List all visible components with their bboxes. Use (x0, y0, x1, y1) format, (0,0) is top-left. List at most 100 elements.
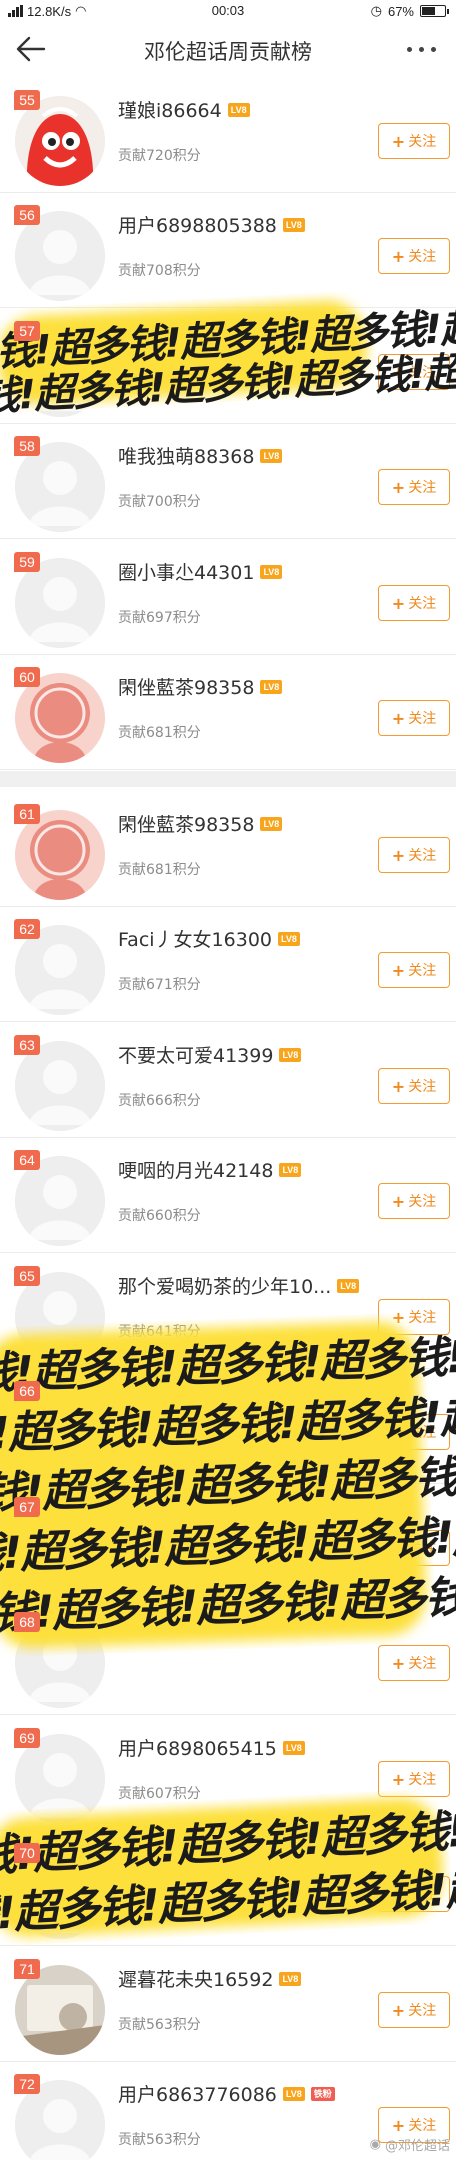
battery-percent: 67% (387, 3, 414, 19)
user-name[interactable]: 不要太可爱41399 (118, 1041, 273, 1068)
rank-badge: 59 (14, 552, 40, 572)
ranking-row[interactable]: 63 不要太可爱41399 LV8 贡献666积分 + 关注 (0, 1023, 456, 1138)
user-name[interactable]: 閑侳藍茶98358 (118, 673, 254, 700)
ranking-row[interactable]: 67 + 关注 (0, 1485, 456, 1600)
follow-button[interactable]: + 关注 (378, 1761, 450, 1797)
follow-label: 关注 (408, 711, 437, 727)
level-badge: LV8 (278, 931, 300, 946)
ranking-row[interactable]: 55 瑾娘i86664 LV8 贡献720积分 + 关注 (0, 78, 456, 193)
follow-button[interactable]: + 关注 (378, 1068, 450, 1104)
user-name[interactable]: Faci丿女女16300 (118, 925, 272, 952)
contribution-score: 贡献666积分 (118, 1093, 201, 1109)
user-name[interactable]: 遲暮花未央16592 (118, 1965, 273, 1992)
follow-button[interactable]: + 关注 (378, 238, 450, 274)
rank-badge: 69 (14, 1728, 40, 1748)
user-name-line: 閑侳藍茶98358 LV8 (118, 673, 283, 700)
rank-badge: 61 (14, 804, 40, 824)
follow-button[interactable]: + 关注 (378, 1414, 450, 1450)
more-dots-icon[interactable] (402, 34, 442, 64)
follow-button[interactable]: + 关注 (378, 700, 450, 736)
user-name-line: 唯我独萌88368 LV8 (118, 442, 283, 469)
rank-badge: 55 (14, 90, 40, 110)
user-name[interactable]: 那个爱喝奶茶的少年10... (118, 1272, 331, 1299)
user-name[interactable]: 唯我独萌88368 (118, 442, 254, 469)
plus-icon: + (391, 1653, 406, 1673)
level-badge: LV8 (260, 448, 283, 463)
follow-button[interactable]: + 关注 (378, 354, 450, 390)
level-badge: LV8 (227, 102, 250, 117)
user-name[interactable]: 用户6898065415 (118, 1734, 277, 1761)
weibo-logo-icon: ◉ (369, 2137, 381, 2152)
plus-icon: + (391, 1191, 406, 1211)
rank-badge: 63 (14, 1035, 40, 1055)
follow-button[interactable]: + 关注 (378, 469, 450, 505)
user-name[interactable]: 閑侳藍茶98358 (118, 810, 254, 837)
follow-button[interactable]: + 关注 (378, 585, 450, 621)
rank-badge: 72 (14, 2074, 40, 2094)
level-badge: LV8 (260, 679, 283, 694)
follow-button[interactable]: + 关注 (378, 1876, 450, 1912)
user-name[interactable]: 圈小事尐44301 (118, 558, 254, 585)
follow-label: 关注 (408, 1310, 437, 1326)
ranking-row[interactable]: 66 + 关注 (0, 1369, 456, 1484)
ranking-row[interactable]: 56 用户6898805388 LV8 贡献708积分 + 关注 (0, 193, 456, 308)
contribution-score: 贡献681积分 (118, 862, 201, 878)
user-name-line: 圈小事尐44301 LV8 (118, 558, 283, 585)
rank-badge: 65 (14, 1266, 40, 1286)
follow-button[interactable]: + 关注 (378, 1299, 450, 1335)
ranking-row[interactable]: 71 遲暮花未央16592 LV8 贡献563积分 + 关注 (0, 1947, 456, 2062)
rank-badge: 70 (14, 1843, 40, 1863)
contribution-score: 贡献720积分 (118, 148, 201, 164)
rank-badge: 62 (14, 919, 40, 939)
contribution-score: 贡献700积分 (118, 494, 201, 510)
plus-icon: + (391, 708, 406, 728)
ranking-row[interactable]: 64 哽咽的月光42148 LV8 贡献660积分 + 关注 (0, 1138, 456, 1253)
user-name-line: 用户6898805388 LV8 (118, 211, 305, 238)
ranking-row[interactable]: 58 唯我独萌88368 LV8 贡献700积分 + 关注 (0, 424, 456, 539)
rank-badge: 66 (14, 1381, 40, 1401)
ranking-row[interactable]: 60 閑侳藍茶98358 LV8 贡献681积分 + 关注 (0, 655, 456, 770)
ranking-row[interactable]: 57 + 关注 (0, 309, 456, 424)
follow-button[interactable]: + 关注 (378, 1183, 450, 1219)
follow-label: 关注 (408, 963, 437, 979)
level-badge: LV8 (282, 2086, 305, 2101)
battery-icon (420, 5, 449, 17)
level-badge: LV8 (279, 1971, 302, 1986)
user-name-line: 用户6863776086 LV8 铁粉 (118, 2080, 335, 2107)
follow-label: 关注 (408, 1772, 437, 1788)
ranking-row[interactable]: 68 + 关注 (0, 1600, 456, 1715)
ranking-row[interactable]: 70 + 关注 (0, 1831, 456, 1946)
level-badge: LV8 (260, 816, 283, 831)
ranking-row[interactable]: 62 Faci丿女女16300 LV8 贡献671积分 + 关注 (0, 907, 456, 1022)
rank-badge: 57 (14, 321, 40, 341)
follow-label: 关注 (408, 1079, 437, 1095)
app-screen: { "status_bar": { "network_speed": "12.8… (0, 0, 456, 2160)
follow-button[interactable]: + 关注 (378, 1530, 450, 1566)
ranking-row[interactable]: 69 用户6898065415 LV8 贡献607积分 + 关注 (0, 1716, 456, 1831)
follow-button[interactable]: + 关注 (378, 837, 450, 873)
follow-label: 关注 (408, 2118, 437, 2134)
user-name-line: 閑侳藍茶98358 LV8 (118, 810, 283, 837)
user-name-line: 哽咽的月光42148 LV8 (118, 1156, 302, 1183)
plus-icon: + (391, 1076, 406, 1096)
follow-button[interactable]: + 关注 (378, 123, 450, 159)
ranking-row[interactable]: 61 閑侳藍茶98358 LV8 贡献681积分 + 关注 (0, 792, 456, 907)
follow-button[interactable]: + 关注 (378, 1645, 450, 1681)
section-divider (0, 771, 456, 787)
user-name-line: 遲暮花未央16592 LV8 (118, 1965, 302, 1992)
ranking-row[interactable]: 65 那个爱喝奶茶的少年10... LV8 贡献641积分 + 关注 (0, 1254, 456, 1369)
rank-badge: 67 (14, 1497, 40, 1517)
user-name[interactable]: 哽咽的月光42148 (118, 1156, 273, 1183)
follow-label: 关注 (408, 848, 437, 864)
contribution-score: 贡献697积分 (118, 610, 201, 626)
ranking-row[interactable]: 59 圈小事尐44301 LV8 贡献697积分 + 关注 (0, 540, 456, 655)
user-name[interactable]: 用户6898805388 (118, 211, 277, 238)
user-name[interactable]: 瑾娘i86664 (118, 96, 222, 123)
user-name[interactable]: 用户6863776086 (118, 2080, 277, 2107)
level-badge: LV8 (279, 1047, 302, 1062)
follow-button[interactable]: + 关注 (378, 1992, 450, 2028)
follow-button[interactable]: + 关注 (378, 952, 450, 988)
contribution-score: 贡献563积分 (118, 2132, 201, 2148)
contribution-score: 贡献660积分 (118, 1208, 201, 1224)
fan-badge: 铁粉 (310, 2086, 335, 2101)
